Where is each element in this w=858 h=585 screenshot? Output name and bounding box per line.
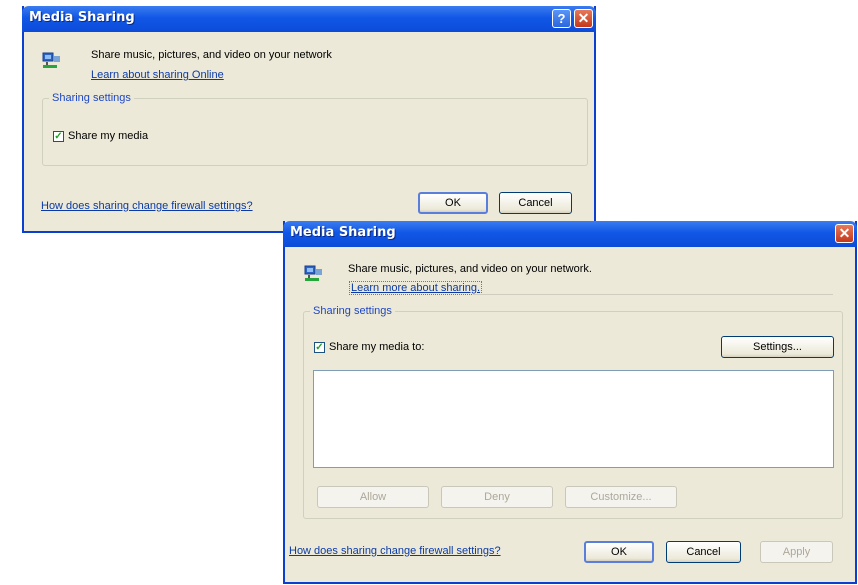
allow-button[interactable]: Allow — [317, 486, 429, 508]
network-media-icon — [42, 52, 60, 68]
window-title: Media Sharing — [29, 10, 135, 25]
firewall-settings-link[interactable]: How does sharing change firewall setting… — [41, 200, 253, 212]
ok-button[interactable]: OK — [418, 192, 488, 214]
learn-about-sharing-link[interactable]: Learn about sharing Online — [91, 69, 224, 81]
window-title: Media Sharing — [290, 225, 396, 240]
sharing-settings-group: Sharing settings ✓ Share my media — [42, 92, 588, 166]
title-bar[interactable]: Media Sharing ? ✕ — [22, 6, 596, 32]
cancel-button[interactable]: Cancel — [499, 192, 572, 214]
sharing-settings-group: Sharing settings ✓ Share my media to: Se… — [303, 305, 843, 519]
media-devices-list[interactable] — [313, 370, 834, 468]
customize-button[interactable]: Customize... — [565, 486, 677, 508]
group-title: Sharing settings — [310, 305, 395, 317]
help-button[interactable]: ? — [552, 9, 571, 28]
share-media-label[interactable]: Share my media to: — [329, 341, 424, 353]
media-sharing-dialog-1: Media Sharing ? ✕ Share music, pictures,… — [22, 6, 596, 233]
share-media-checkbox[interactable]: ✓ — [314, 342, 325, 353]
settings-button[interactable]: Settings... — [721, 336, 834, 358]
apply-button[interactable]: Apply — [760, 541, 833, 563]
group-title: Sharing settings — [49, 92, 134, 104]
cancel-button[interactable]: Cancel — [666, 541, 741, 563]
learn-more-link[interactable]: Learn more about sharing. — [349, 281, 483, 295]
description-text: Share music, pictures, and video on your… — [348, 263, 592, 275]
share-media-label[interactable]: Share my media — [68, 130, 148, 142]
ok-button[interactable]: OK — [584, 541, 654, 563]
media-sharing-dialog-2: Media Sharing ✕ Share music, pictures, a… — [283, 221, 857, 584]
share-media-checkbox[interactable]: ✓ — [53, 131, 64, 142]
close-button[interactable]: ✕ — [574, 9, 593, 28]
separator — [473, 294, 833, 295]
deny-button[interactable]: Deny — [441, 486, 553, 508]
description-text: Share music, pictures, and video on your… — [91, 49, 332, 61]
network-media-icon — [304, 265, 322, 281]
firewall-settings-link[interactable]: How does sharing change firewall setting… — [289, 545, 501, 557]
close-button[interactable]: ✕ — [835, 224, 854, 243]
title-bar[interactable]: Media Sharing ✕ — [283, 221, 857, 247]
